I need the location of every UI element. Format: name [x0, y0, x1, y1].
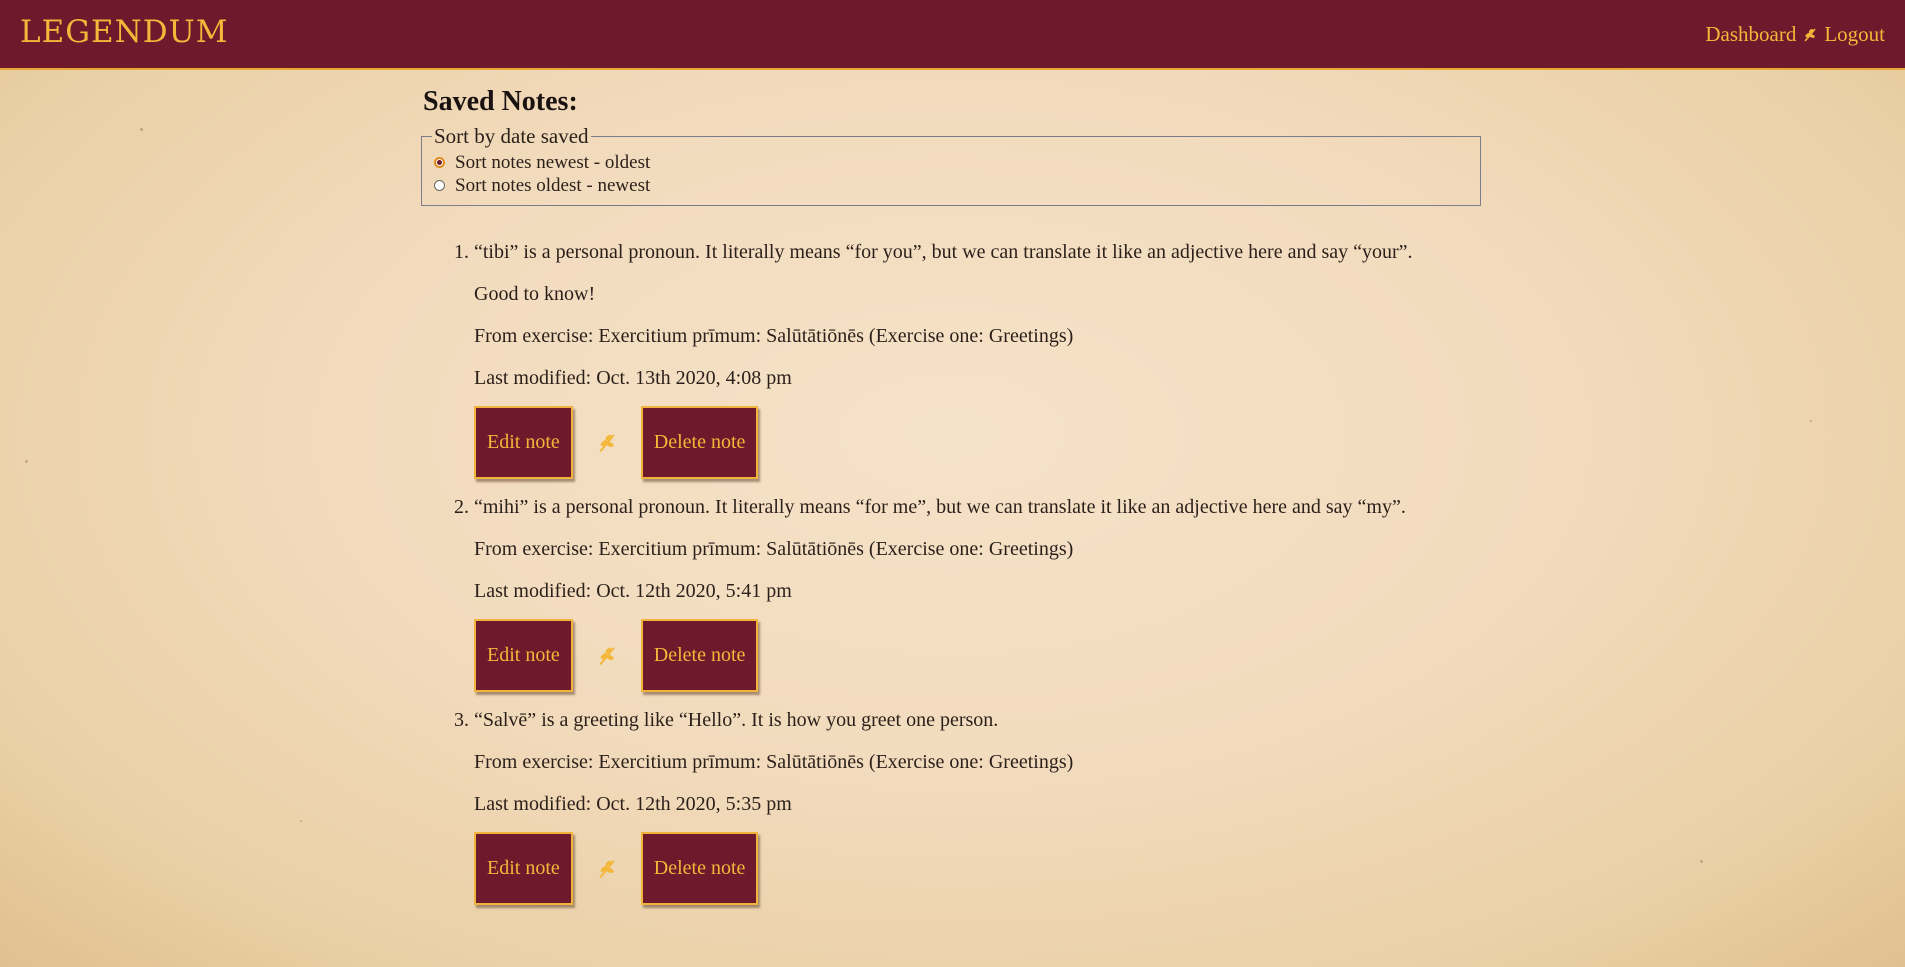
- notes-list: “tibi” is a personal pronoun. It literal…: [421, 240, 1481, 905]
- note-item: “tibi” is a personal pronoun. It literal…: [474, 240, 1481, 479]
- delete-note-button[interactable]: Delete note: [640, 406, 759, 479]
- laurel-leaf-icon: [599, 859, 615, 878]
- sort-option-oldest[interactable]: Sort notes oldest - newest: [434, 174, 1468, 197]
- radio-oldest-newest[interactable]: [434, 180, 445, 191]
- sort-legend: Sort by date saved: [434, 124, 589, 148]
- delete-note-button[interactable]: Delete note: [640, 619, 759, 692]
- separator: [573, 432, 641, 454]
- texture-speck: [1810, 420, 1812, 422]
- edit-note-button[interactable]: Edit note: [474, 832, 573, 905]
- saved-notes-page: Saved Notes: Sort by date saved Sort not…: [421, 86, 1481, 921]
- texture-speck: [140, 128, 143, 131]
- edit-note-button[interactable]: Edit note: [474, 619, 573, 692]
- radio-label[interactable]: Sort notes newest - oldest: [455, 152, 650, 174]
- top-navbar: LEGENDUM Dashboard Logout: [0, 0, 1905, 70]
- app-logo[interactable]: LEGENDUM: [20, 14, 228, 50]
- laurel-leaf-icon: [1804, 28, 1816, 42]
- note-text: “Salvē” is a greeting like “Hello”. It i…: [474, 709, 999, 731]
- note-exercise: From exercise: Exercitium prīmum: Salūtā…: [474, 538, 1074, 560]
- delete-note-button[interactable]: Delete note: [640, 832, 759, 905]
- texture-speck: [25, 460, 28, 463]
- note-actions: Edit note Delete note: [474, 619, 1481, 692]
- radio-newest-oldest[interactable]: [434, 157, 445, 168]
- separator: [573, 645, 641, 667]
- note-actions: Edit note Delete note: [474, 406, 1481, 479]
- note-last-modified: Last modified: Oct. 12th 2020, 5:41 pm: [474, 580, 792, 602]
- texture-speck: [300, 820, 302, 822]
- laurel-leaf-icon: [599, 646, 615, 665]
- texture-speck: [1700, 860, 1703, 863]
- note-item: “mihi” is a personal pronoun. It literal…: [474, 495, 1481, 692]
- page-title: Saved Notes:: [423, 86, 578, 117]
- sort-fieldset: Sort by date saved Sort notes newest - o…: [421, 124, 1481, 206]
- dashboard-link[interactable]: Dashboard: [1705, 22, 1796, 47]
- laurel-leaf-icon: [599, 433, 615, 452]
- edit-note-button[interactable]: Edit note: [474, 406, 573, 479]
- logout-link[interactable]: Logout: [1824, 22, 1885, 47]
- note-item: “Salvē” is a greeting like “Hello”. It i…: [474, 708, 1481, 905]
- note-actions: Edit note Delete note: [474, 832, 1481, 905]
- radio-label[interactable]: Sort notes oldest - newest: [455, 175, 650, 197]
- note-text: “mihi” is a personal pronoun. It literal…: [474, 496, 1406, 518]
- separator: [573, 858, 641, 880]
- sort-option-newest[interactable]: Sort notes newest - oldest: [434, 151, 1468, 174]
- note-last-modified: Last modified: Oct. 12th 2020, 5:35 pm: [474, 793, 792, 815]
- header-nav: Dashboard Logout: [1705, 22, 1885, 47]
- note-exercise: From exercise: Exercitium prīmum: Salūtā…: [474, 751, 1074, 773]
- note-last-modified: Last modified: Oct. 13th 2020, 4:08 pm: [474, 367, 792, 389]
- note-text: “tibi” is a personal pronoun. It literal…: [474, 241, 1413, 263]
- note-extra-text: Good to know!: [474, 283, 596, 305]
- note-exercise: From exercise: Exercitium prīmum: Salūtā…: [474, 325, 1074, 347]
